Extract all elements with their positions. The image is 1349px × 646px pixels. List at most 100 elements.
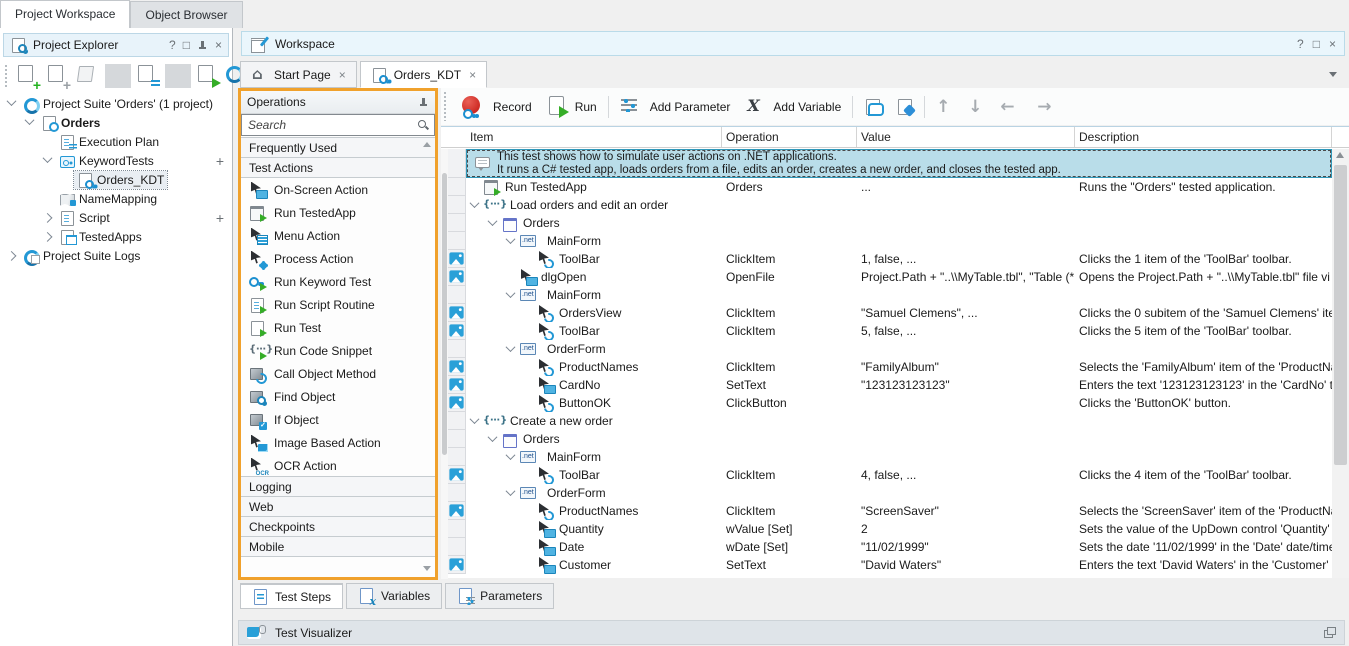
operation-list-item[interactable]: Run TestedApp [241, 201, 435, 224]
operation-list-item[interactable]: Run Test [241, 316, 435, 339]
operation-list-item[interactable]: Call Object Method [241, 362, 435, 385]
project-tree-item[interactable]: Execution Plan + [0, 132, 232, 151]
explorer-toolbar-button[interactable] [15, 64, 41, 88]
operation-list-item[interactable]: Image Based Action [241, 431, 435, 454]
toolbar-button[interactable] [892, 97, 917, 117]
operation-list-item[interactable]: Test Actions [241, 157, 435, 178]
operation-list-item[interactable]: If Object [241, 408, 435, 431]
row-expander-icon[interactable] [488, 216, 498, 226]
row-expander-icon[interactable] [488, 432, 498, 442]
toolbar-button[interactable] [860, 97, 885, 117]
search-input[interactable] [242, 115, 434, 135]
project-tree-item[interactable]: Project Suite Logs + [0, 246, 232, 265]
tab-close-icon[interactable]: × [469, 68, 476, 82]
explorer-toolbar-button[interactable] [105, 64, 131, 88]
scroll-down-arrow[interactable] [423, 566, 431, 571]
visualizer-frame-icon[interactable] [449, 378, 463, 390]
row-expander-icon[interactable] [506, 486, 516, 496]
row-expander-icon[interactable] [506, 450, 516, 460]
toolbar-button[interactable] [852, 96, 853, 118]
project-tree-item[interactable]: TestedApps + [0, 227, 232, 246]
scrollbar-thumb[interactable] [1334, 165, 1347, 465]
close-button[interactable]: × [215, 38, 222, 52]
operation-list-item[interactable]: Web [241, 496, 435, 517]
operation-list-item[interactable]: Frequently Used [241, 137, 435, 158]
workspace-close-button[interactable]: × [1329, 37, 1336, 51]
document-tab[interactable]: Start Page × [240, 61, 357, 88]
help-button[interactable]: ? [169, 38, 176, 52]
test-step-row[interactable]: Customer SetText "David Waters" Enters t… [441, 556, 1332, 574]
test-step-row[interactable]: dlgOpen OpenFile Project.Path + "..\\MyT… [441, 268, 1332, 286]
visualizer-frame-icon[interactable] [449, 558, 463, 570]
visualizer-frame-icon[interactable] [449, 270, 463, 282]
toolbar-button[interactable]: Run [543, 94, 601, 120]
pin-icon[interactable] [197, 39, 208, 51]
operation-list-item[interactable]: Mobile [241, 536, 435, 557]
project-tree-item[interactable]: KeywordTests + [0, 151, 232, 170]
test-step-row[interactable]: ProductNames ClickItem "FamilyAlbum" Sel… [441, 358, 1332, 376]
test-visualizer-bar[interactable]: Test Visualizer [238, 620, 1345, 645]
toolbar-button[interactable]: Record [457, 94, 536, 120]
explorer-toolbar-button[interactable] [75, 64, 101, 88]
test-step-row[interactable]: MainForm [441, 448, 1332, 466]
app-tab[interactable]: Object Browser [130, 1, 242, 28]
row-expander-icon[interactable] [506, 234, 516, 244]
test-step-row[interactable]: Date wDate [Set] "11/02/1999" Sets the d… [441, 538, 1332, 556]
workspace-maximize-button[interactable]: □ [1313, 37, 1320, 51]
test-step-row[interactable]: Orders [441, 430, 1332, 448]
test-step-row[interactable]: Load orders and edit an order [441, 196, 1332, 214]
visualizer-frame-icon[interactable] [449, 306, 463, 318]
workspace-help-button[interactable]: ? [1297, 37, 1304, 51]
test-step-row[interactable]: OrderForm [441, 340, 1332, 358]
scrollbar-thumb[interactable] [442, 173, 447, 455]
operation-list-item[interactable]: Menu Action [241, 224, 435, 247]
toolbar-button[interactable] [932, 97, 957, 117]
app-tab[interactable]: Project Workspace [0, 0, 130, 28]
scroll-up-button[interactable] [1336, 152, 1344, 158]
row-expander-icon[interactable] [470, 414, 480, 424]
toolbar-drag-handle[interactable] [443, 92, 448, 121]
test-step-row[interactable]: ToolBar ClickItem 4, false, ... Clicks t… [441, 466, 1332, 484]
operation-list-item[interactable]: On-Screen Action [241, 178, 435, 201]
test-step-row[interactable]: ToolBar ClickItem 5, false, ... Clicks t… [441, 322, 1332, 340]
grid-vertical-scrollbar[interactable] [1332, 149, 1349, 578]
project-tree-item[interactable]: NameMapping + [0, 189, 232, 208]
tree-expander-icon[interactable] [7, 96, 17, 106]
explorer-toolbar-button[interactable] [165, 64, 191, 88]
operation-list-item[interactable]: Run Keyword Test [241, 270, 435, 293]
test-step-row[interactable]: OrderForm [441, 484, 1332, 502]
comment-row[interactable]: This test shows how to simulate user act… [441, 149, 1332, 178]
test-step-row[interactable]: ProductNames ClickItem "ScreenSaver" Sel… [441, 502, 1332, 520]
add-child-plus-icon[interactable]: + [216, 210, 224, 226]
row-expander-icon[interactable] [506, 342, 516, 352]
project-tree-item[interactable]: Orders_KDT + [0, 170, 232, 189]
tab-list-caret[interactable] [1329, 72, 1337, 77]
project-tree-item[interactable]: Script + [0, 208, 232, 227]
visualizer-frame-icon[interactable] [449, 252, 463, 264]
test-step-row[interactable]: OrdersView ClickItem "Samuel Clemens", .… [441, 304, 1332, 322]
tree-expander-icon[interactable] [43, 213, 53, 223]
operation-list-item[interactable]: Run Script Routine [241, 293, 435, 316]
operation-list-item[interactable]: Process Action [241, 247, 435, 270]
tab-close-icon[interactable]: × [339, 68, 346, 82]
visualizer-frame-icon[interactable] [449, 396, 463, 408]
tree-expander-icon[interactable] [25, 115, 35, 125]
toolbar-drag-handle[interactable] [4, 65, 9, 87]
toolbar-button[interactable]: Add Parameter [616, 95, 735, 119]
operations-scrollbar[interactable] [441, 149, 448, 579]
document-tab[interactable]: Orders_KDT × [360, 61, 487, 88]
tree-expander-icon[interactable] [43, 153, 53, 163]
test-step-row[interactable]: MainForm [441, 286, 1332, 304]
editor-tab[interactable]: Test Steps [240, 583, 343, 609]
test-step-row[interactable]: Run TestedApp Orders ... Runs the "Order… [441, 178, 1332, 196]
scroll-up-arrow[interactable] [423, 142, 431, 147]
explorer-toolbar-button[interactable] [135, 64, 161, 88]
test-step-row[interactable]: CardNo SetText "123123123123" Enters the… [441, 376, 1332, 394]
visualizer-frame-icon[interactable] [449, 468, 463, 480]
test-step-row[interactable]: ButtonOK ClickButton Clicks the 'ButtonO… [441, 394, 1332, 412]
test-step-row[interactable]: Quantity wValue [Set] 2 Sets the value o… [441, 520, 1332, 538]
project-tree-item[interactable]: Orders + [0, 113, 232, 132]
float-panel-icon[interactable] [1324, 627, 1336, 638]
operations-pin-icon[interactable] [418, 96, 429, 108]
test-step-row[interactable]: MainForm [441, 232, 1332, 250]
